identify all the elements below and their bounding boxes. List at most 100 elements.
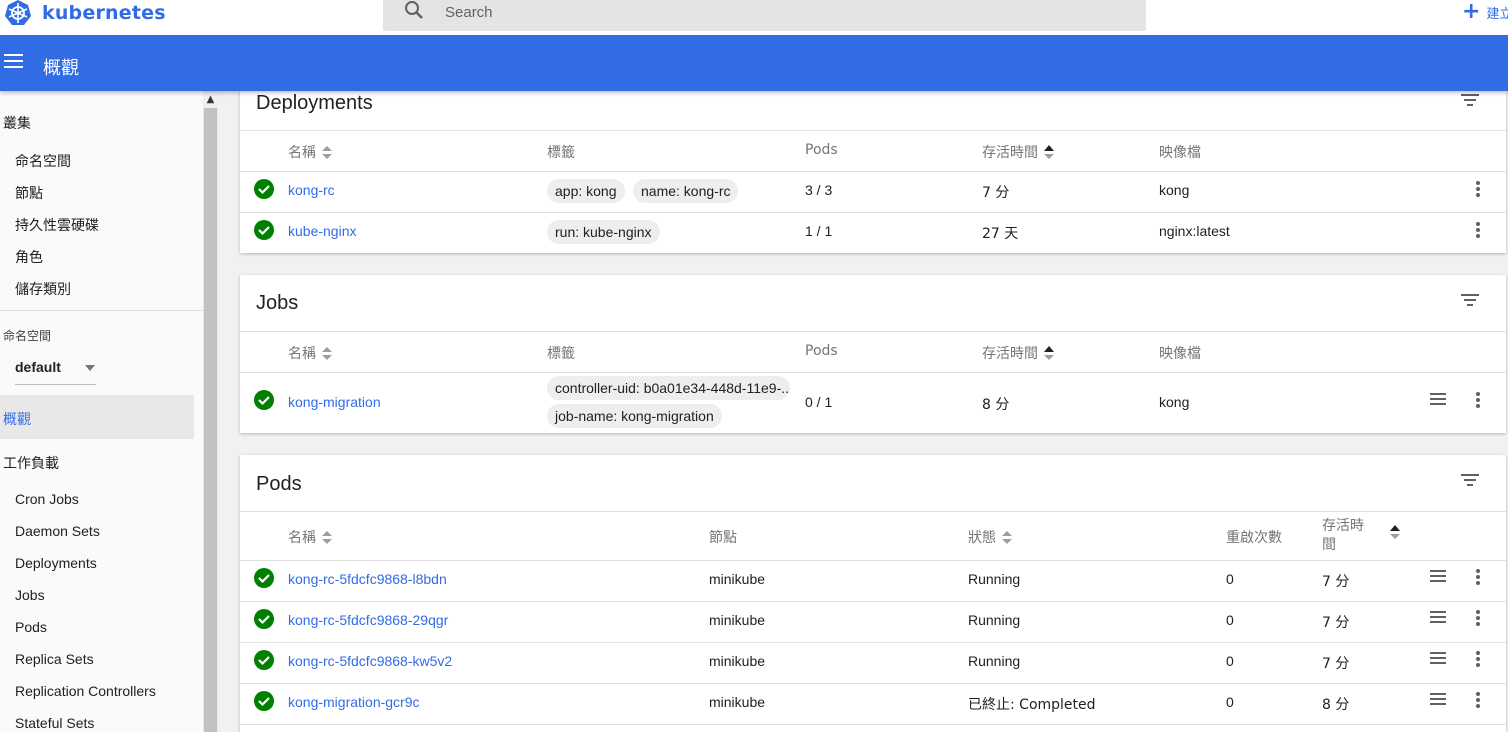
filter-icon[interactable] (1461, 94, 1479, 106)
status-value: Running (968, 653, 1021, 669)
deployment-name-link[interactable]: kong-rc (288, 182, 335, 198)
column-header-age[interactable]: 存活時間 (1322, 517, 1366, 555)
pod-name-link[interactable]: kong-rc-5fdcfc9868-29qgr (288, 612, 448, 628)
status-ok-icon (254, 691, 274, 711)
column-header-age[interactable]: 存活時間 (982, 343, 1054, 363)
plus-icon: + (1462, 0, 1481, 24)
kubernetes-logo[interactable]: kubernetes (4, 0, 166, 26)
pod-name-link[interactable]: kong-rc-5fdcfc9868-kw5v2 (288, 653, 452, 669)
sidebar-item-stateful-sets[interactable]: Stateful Sets (15, 715, 94, 731)
age-value: 7 分 (1322, 574, 1350, 590)
restarts-value: 0 (1226, 653, 1234, 669)
sidebar-item-overview-label: 概觀 (3, 412, 31, 428)
more-vert-icon[interactable] (1476, 692, 1480, 708)
sidebar-item-deployments[interactable]: Deployments (15, 555, 97, 571)
column-header-name[interactable]: 名稱 (288, 142, 332, 162)
status-ok-icon (254, 650, 274, 670)
sidebar-item-cron-jobs[interactable]: Cron Jobs (15, 491, 79, 507)
sidebar-item-roles[interactable]: 角色 (15, 247, 43, 267)
namespace-label: 命名空間 (3, 329, 52, 343)
column-header-images: 映像檔 (1159, 346, 1201, 362)
jobs-card: Jobs 名稱 標籤 Pods 存活時間 映像檔 kong-migration … (240, 275, 1506, 433)
deployment-name-link[interactable]: kube-nginx (288, 223, 357, 239)
scroll-up-arrow-icon[interactable]: ▲ (203, 92, 218, 108)
sidebar: 叢集 命名空間 節點 持久性雲硬碟 角色 儲存類別 命名空間 default 概… (0, 91, 218, 732)
column-header-name[interactable]: 名稱 (288, 343, 332, 363)
jobs-title: Jobs (256, 292, 299, 314)
restarts-value: 0 (1226, 571, 1234, 587)
filter-icon[interactable] (1461, 294, 1479, 306)
sidebar-item-namespaces[interactable]: 命名空間 (15, 151, 71, 171)
sidebar-item-replica-sets[interactable]: Replica Sets (15, 651, 94, 667)
create-label: 建立 (1486, 6, 1508, 22)
column-header-pods: Pods (805, 142, 838, 158)
sidebar-item-jobs[interactable]: Jobs (15, 587, 45, 603)
sidebar-section-cluster[interactable]: 叢集 (3, 113, 31, 133)
status-ok-icon (254, 609, 274, 629)
kubernetes-wheel-icon (5, 0, 31, 25)
sidebar-item-replication-controllers[interactable]: Replication Controllers (15, 683, 156, 699)
status-ok-icon (254, 220, 274, 240)
more-vert-icon[interactable] (1476, 222, 1480, 238)
deployments-title: Deployments (256, 92, 373, 114)
image-value: kong (1159, 394, 1190, 410)
logs-icon[interactable] (1430, 611, 1446, 623)
more-vert-icon[interactable] (1476, 181, 1480, 197)
search-placeholder: Search (445, 4, 493, 21)
sidebar-section-workloads[interactable]: 工作負載 (3, 453, 59, 473)
filter-icon[interactable] (1461, 474, 1479, 486)
logs-icon[interactable] (1430, 393, 1446, 405)
age-value: 7 分 (1322, 615, 1350, 631)
sidebar-divider (0, 310, 203, 311)
node-value: minikube (709, 694, 766, 710)
column-header-status[interactable]: 狀態 (968, 527, 1012, 547)
search-input[interactable]: Search (383, 0, 1146, 31)
main-content: Deployments 名稱 標籤 Pods 存活時間 映像檔 kong-rc … (218, 91, 1508, 732)
status-value: Running (968, 571, 1021, 587)
more-vert-icon[interactable] (1476, 392, 1480, 408)
page-title: 概觀 (43, 58, 79, 79)
restarts-value: 0 (1226, 612, 1234, 628)
status-ok-icon (254, 390, 274, 410)
status-value: Running (968, 612, 1021, 628)
sidebar-item-nodes[interactable]: 節點 (15, 183, 43, 203)
column-header-node: 節點 (709, 530, 737, 546)
sort-icon[interactable] (1390, 525, 1400, 540)
sidebar-item-pods[interactable]: Pods (15, 619, 47, 635)
sidebar-item-persistent-volumes[interactable]: 持久性雲硬碟 (15, 215, 99, 235)
pod-name-link[interactable]: kong-rc-5fdcfc9868-l8bdn (288, 571, 447, 587)
image-value: kong (1159, 182, 1190, 198)
menu-icon[interactable] (4, 54, 23, 68)
create-button[interactable]: + 建立 (1462, 0, 1508, 24)
column-header-labels: 標籤 (547, 145, 575, 161)
more-vert-icon[interactable] (1476, 651, 1480, 667)
node-value: minikube (709, 571, 766, 587)
sidebar-item-daemon-sets[interactable]: Daemon Sets (15, 523, 100, 539)
age-value: 27 天 (982, 226, 1019, 242)
sidebar-item-overview[interactable]: 概觀 (0, 395, 194, 439)
status-ok-icon (254, 568, 274, 588)
namespace-select[interactable]: default (15, 351, 96, 385)
label-chip: controller-uid: b0a01e34-448d-11e9-... (547, 376, 790, 400)
logs-icon[interactable] (1430, 693, 1446, 705)
sidebar-item-storage-classes[interactable]: 儲存類別 (15, 279, 71, 299)
age-value: 8 分 (982, 397, 1010, 413)
status-ok-icon (254, 179, 274, 199)
namespace-value: default (15, 359, 61, 375)
label-chip: run: kube-nginx (547, 220, 660, 244)
pod-name-link[interactable]: kong-migration-gcr9c (288, 694, 420, 710)
logs-icon[interactable] (1430, 570, 1446, 582)
search-icon (405, 1, 423, 19)
job-name-link[interactable]: kong-migration (288, 394, 381, 410)
more-vert-icon[interactable] (1476, 569, 1480, 585)
more-vert-icon[interactable] (1476, 610, 1480, 626)
top-bar: kubernetes Search + 建立 (0, 0, 1508, 35)
node-value: minikube (709, 612, 766, 628)
image-value: nginx:latest (1159, 223, 1230, 239)
column-header-age[interactable]: 存活時間 (982, 142, 1054, 162)
age-value: 7 分 (982, 185, 1010, 201)
sidebar-scrollbar-thumb[interactable] (204, 108, 217, 732)
column-header-name[interactable]: 名稱 (288, 527, 332, 547)
column-header-restarts: 重啟次數 (1226, 530, 1282, 546)
logs-icon[interactable] (1430, 652, 1446, 664)
